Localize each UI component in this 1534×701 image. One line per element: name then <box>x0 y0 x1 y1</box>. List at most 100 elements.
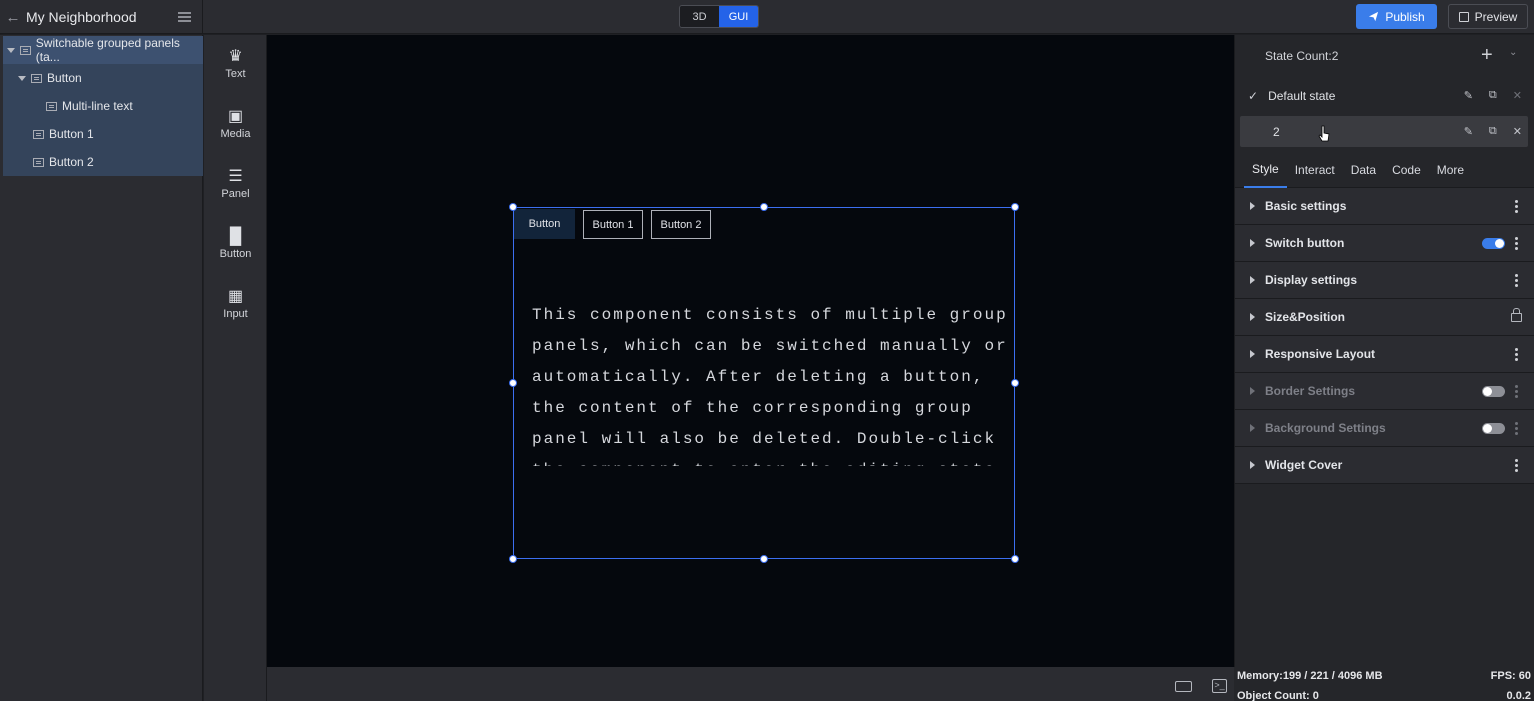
resize-handle-nw[interactable] <box>509 203 517 211</box>
resize-handle-se[interactable] <box>1011 555 1019 563</box>
group-icon <box>33 129 44 139</box>
publish-button[interactable]: Publish <box>1356 4 1437 29</box>
switch-button-toggle[interactable] <box>1482 237 1505 249</box>
tab-interact[interactable]: Interact <box>1287 152 1343 188</box>
state-count-label: State Count:2 <box>1265 49 1339 63</box>
tree-item-label: Button 1 <box>49 127 94 141</box>
selected-component-frame[interactable]: Button Button 1 Button 2 This component … <box>513 207 1015 559</box>
check-icon: ✓ <box>1248 88 1259 103</box>
resize-handle-s[interactable] <box>760 555 768 563</box>
close-icon[interactable]: ✕ <box>1513 89 1522 102</box>
state-row-actions: ✎ ⧉ ✕ <box>1464 125 1522 138</box>
chevron-down-icon[interactable]: ⌄ <box>1509 47 1517 58</box>
properties-panel: State Count:2 + ⌄ ✓ Default state ✎ ⧉ ✕ … <box>1234 35 1534 667</box>
rail-item-label: Panel <box>221 188 250 200</box>
rail-item-text[interactable]: ♛ Text <box>204 39 267 89</box>
preview-button[interactable]: Preview <box>1448 4 1528 29</box>
resize-handle-w[interactable] <box>509 379 517 387</box>
multiline-text-content[interactable]: This component consists of multiple grou… <box>532 300 1012 466</box>
caret-right-icon <box>1250 461 1255 469</box>
hand-cursor-icon <box>1318 125 1330 142</box>
panel-tab-button[interactable]: Button <box>514 209 575 239</box>
mode-gui-button[interactable]: GUI <box>719 6 758 27</box>
tree-item-multiline-text[interactable]: Multi-line text <box>3 92 203 120</box>
state-row-default[interactable]: ✓ Default state ✎ ⧉ ✕ <box>1240 80 1528 111</box>
version-label: 0.0.2 <box>1506 690 1531 701</box>
add-state-icon[interactable]: + <box>1481 45 1493 65</box>
tab-data[interactable]: Data <box>1343 152 1384 188</box>
state-row-2[interactable]: 2 ✎ ⧉ ✕ <box>1240 116 1528 147</box>
panel-tab-button-1[interactable]: Button 1 <box>583 210 643 239</box>
project-header: ← My Neighborhood <box>0 0 203 34</box>
keyboard-icon[interactable] <box>1175 681 1192 692</box>
lock-icon[interactable] <box>1511 307 1522 322</box>
group-icon <box>31 73 42 83</box>
section-basic-settings[interactable]: Basic settings <box>1235 188 1534 225</box>
resize-handle-n[interactable] <box>760 203 768 211</box>
section-switch-button[interactable]: Switch button <box>1235 225 1534 262</box>
more-options-icon[interactable] <box>1515 463 1518 467</box>
section-display-settings[interactable]: Display settings <box>1235 262 1534 299</box>
state-label: 2 <box>1273 124 1280 139</box>
tab-more[interactable]: More <box>1429 152 1472 188</box>
more-options-icon[interactable] <box>1515 204 1518 208</box>
copy-icon[interactable]: ⧉ <box>1489 89 1497 102</box>
back-arrow-icon[interactable]: ← <box>0 0 26 34</box>
more-options-icon[interactable] <box>1515 278 1518 282</box>
section-border-settings[interactable]: Border Settings <box>1235 373 1534 410</box>
caret-right-icon <box>1250 350 1255 358</box>
send-icon <box>1369 11 1379 22</box>
copy-icon[interactable]: ⧉ <box>1489 125 1497 138</box>
layer-tree: Switchable grouped panels (ta... Button … <box>0 35 203 701</box>
mode-3d-button[interactable]: 3D <box>680 6 719 27</box>
rail-item-button[interactable]: █ Button <box>204 219 267 269</box>
tree-item-button-1[interactable]: Button 1 <box>3 120 203 148</box>
section-responsive-layout[interactable]: Responsive Layout <box>1235 336 1534 373</box>
caret-down-icon[interactable] <box>7 47 15 53</box>
more-options-icon[interactable] <box>1515 389 1518 393</box>
object-count-readout: Object Count: 0 <box>1237 690 1319 701</box>
more-options-icon[interactable] <box>1515 241 1518 245</box>
more-options-icon[interactable] <box>1515 352 1518 356</box>
caret-down-icon[interactable] <box>18 75 26 81</box>
border-settings-toggle[interactable] <box>1482 385 1505 397</box>
section-size-position[interactable]: Size&Position <box>1235 299 1534 336</box>
status-bar: Memory:199 / 221 / 4096 MB FPS: 60 Objec… <box>1234 667 1534 701</box>
rail-item-input[interactable]: ▦ Input <box>204 279 267 329</box>
tree-item-button-2[interactable]: Button 2 <box>3 148 203 176</box>
resize-handle-ne[interactable] <box>1011 203 1019 211</box>
fullscreen-icon <box>1458 11 1469 22</box>
design-canvas[interactable]: Button Button 1 Button 2 This component … <box>267 35 1234 667</box>
more-options-icon[interactable] <box>1515 426 1518 430</box>
tree-item-grouped-panels[interactable]: Switchable grouped panels (ta... <box>3 36 203 64</box>
tree-item-button[interactable]: Button <box>3 64 203 92</box>
group-panel-icon <box>20 45 31 55</box>
resize-handle-e[interactable] <box>1011 379 1019 387</box>
section-widget-cover[interactable]: Widget Cover <box>1235 447 1534 484</box>
background-settings-toggle[interactable] <box>1482 422 1505 434</box>
caret-right-icon <box>1250 276 1255 284</box>
edit-icon[interactable]: ✎ <box>1464 125 1473 138</box>
close-icon[interactable]: ✕ <box>1513 125 1522 138</box>
tab-code[interactable]: Code <box>1384 152 1429 188</box>
tree-item-label: Switchable grouped panels (ta... <box>35 36 180 64</box>
caret-right-icon <box>1250 313 1255 321</box>
publish-label: Publish <box>1385 9 1425 24</box>
panel-icon: ☰ <box>228 168 243 185</box>
tree-item-label: Multi-line text <box>62 99 133 113</box>
rail-item-panel[interactable]: ☰ Panel <box>204 159 267 209</box>
rail-item-label: Media <box>220 128 251 140</box>
section-label: Widget Cover <box>1265 458 1343 472</box>
section-background-settings[interactable]: Background Settings <box>1235 410 1534 447</box>
panel-tab-button-2[interactable]: Button 2 <box>651 210 711 239</box>
section-label: Switch button <box>1265 236 1345 250</box>
caret-right-icon <box>1250 239 1255 247</box>
hamburger-menu-icon[interactable] <box>166 16 202 18</box>
tab-style[interactable]: Style <box>1244 152 1287 188</box>
edit-icon[interactable]: ✎ <box>1464 89 1473 102</box>
resize-handle-sw[interactable] <box>509 555 517 563</box>
rail-item-media[interactable]: ▣ Media <box>204 99 267 149</box>
rail-item-label: Button <box>219 248 252 260</box>
terminal-icon[interactable]: >_ <box>1212 679 1227 693</box>
rail-item-label: Input <box>223 308 248 320</box>
